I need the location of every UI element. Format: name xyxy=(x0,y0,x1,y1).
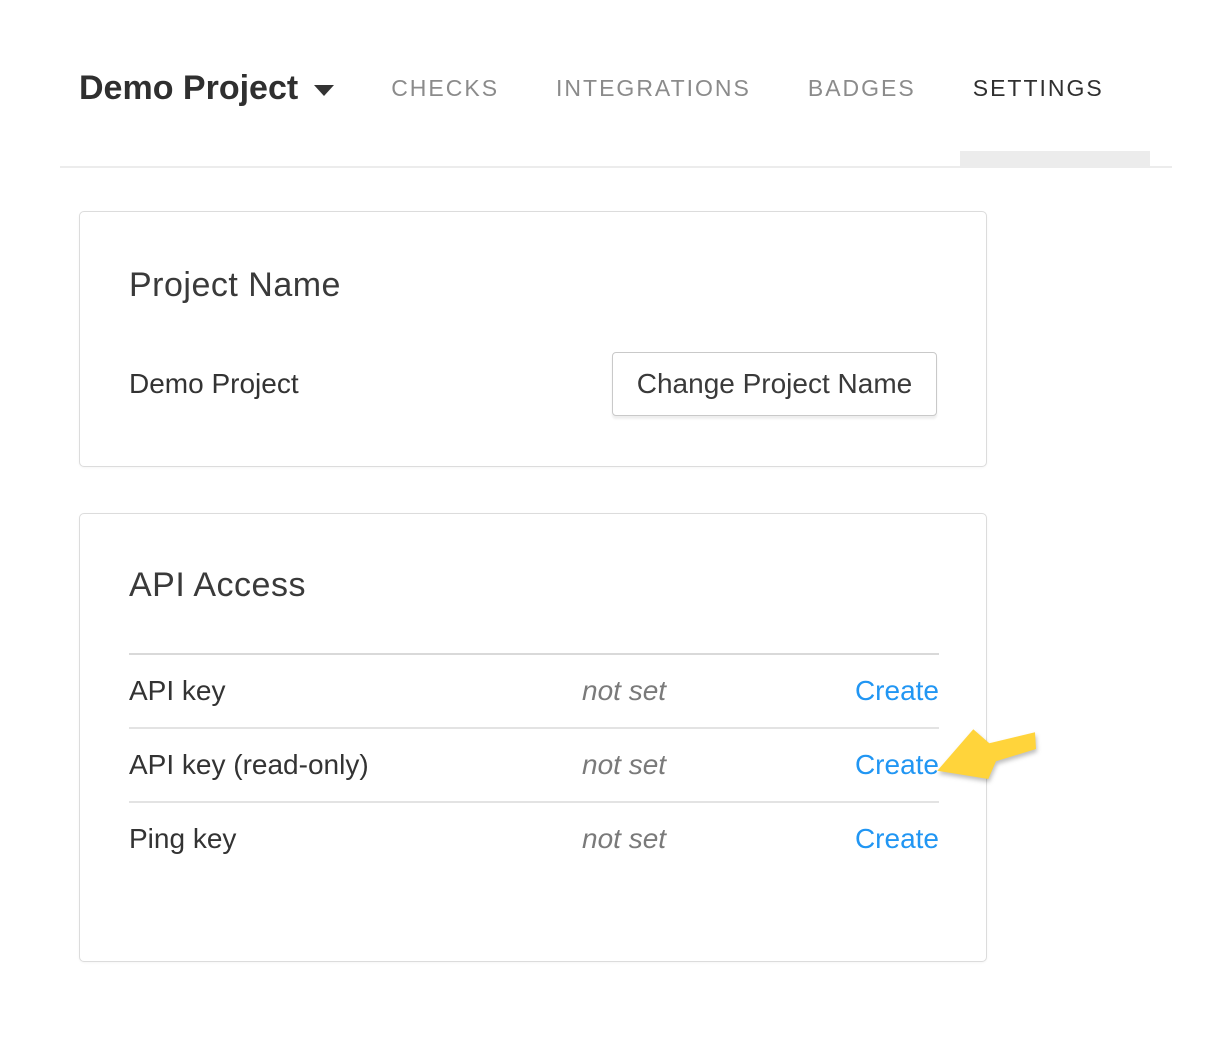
api-access-card-title: API Access xyxy=(129,566,306,605)
tab-integrations[interactable]: INTEGRATIONS xyxy=(556,75,751,102)
tab-badges[interactable]: BADGES xyxy=(808,75,916,102)
row-value: not set xyxy=(582,675,832,707)
row-label: Ping key xyxy=(129,823,582,855)
create-api-key-link[interactable]: Create xyxy=(855,675,939,707)
project-name-row: Demo Project Change Project Name xyxy=(129,352,937,416)
nav-underline xyxy=(60,166,1172,168)
change-project-name-button[interactable]: Change Project Name xyxy=(612,352,937,416)
project-title: Demo Project xyxy=(79,69,298,108)
row-value: not set xyxy=(582,749,832,781)
table-row-api-key-read-only: API key (read-only) not set Create xyxy=(129,729,939,803)
top-navigation: Demo Project CHECKS INTEGRATIONS BADGES … xyxy=(79,64,1104,112)
api-access-card: API Access API key not set Create API ke… xyxy=(79,513,987,962)
nav-tabs: CHECKS INTEGRATIONS BADGES SETTINGS xyxy=(391,75,1104,102)
create-ping-key-link[interactable]: Create xyxy=(855,823,939,855)
table-row-ping-key: Ping key not set Create xyxy=(129,803,939,875)
project-name-card: Project Name Demo Project Change Project… xyxy=(79,211,987,467)
caret-down-icon xyxy=(314,85,334,96)
project-switcher[interactable]: Demo Project xyxy=(79,69,334,108)
row-value: not set xyxy=(582,823,832,855)
tab-settings[interactable]: SETTINGS xyxy=(973,75,1104,102)
tab-checks[interactable]: CHECKS xyxy=(391,75,499,102)
project-name-value: Demo Project xyxy=(129,368,299,400)
row-label: API key (read-only) xyxy=(129,749,582,781)
row-label: API key xyxy=(129,675,582,707)
table-row-api-key: API key not set Create xyxy=(129,655,939,729)
create-api-key-read-only-link[interactable]: Create xyxy=(855,749,939,781)
active-tab-indicator xyxy=(960,151,1150,166)
api-access-table: API key not set Create API key (read-onl… xyxy=(129,653,939,875)
project-name-card-title: Project Name xyxy=(129,266,341,305)
